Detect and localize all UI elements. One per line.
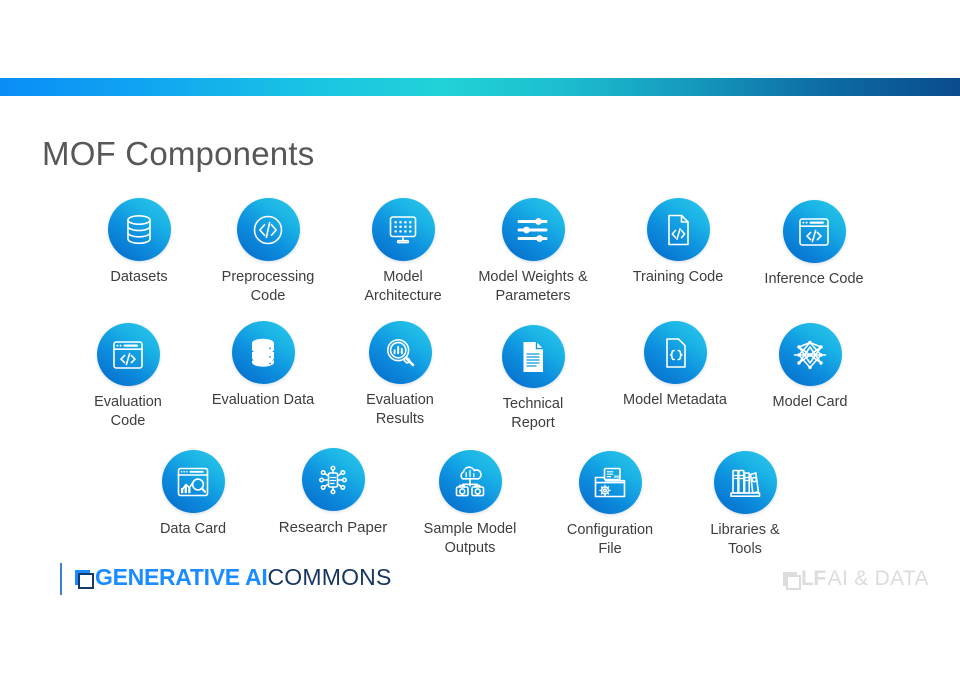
component-item[interactable]: Data Card — [118, 450, 268, 539]
monitor-nodes-icon[interactable] — [371, 198, 435, 261]
component-item[interactable]: Evaluation Results — [325, 321, 475, 429]
dashboard-search-icon[interactable] — [161, 450, 225, 513]
component-label: Data Card — [159, 521, 227, 537]
document-lines-icon[interactable] — [501, 325, 565, 388]
component-item[interactable]: Datasets — [64, 198, 214, 287]
component-label: Model Weights & Parameters — [478, 269, 588, 305]
database-icon[interactable] — [107, 198, 171, 261]
gac-light-text: COMMONS — [267, 564, 392, 590]
component-item[interactable]: Model Architecture — [328, 198, 478, 306]
component-label: Model Architecture — [364, 269, 442, 305]
component-item[interactable]: Preprocessing Code — [193, 198, 343, 306]
component-label: Model Metadata — [623, 392, 727, 408]
lf-square-bracket-mark-icon — [783, 571, 801, 590]
code-circle-icon[interactable] — [236, 198, 300, 261]
component-item[interactable]: Evaluation Code — [53, 323, 203, 431]
lf-light-text: AI & DATA — [827, 567, 929, 590]
component-label: Evaluation Code — [94, 394, 162, 430]
component-label: Evaluation Results — [366, 392, 434, 428]
component-item[interactable]: Model Metadata — [600, 321, 750, 410]
component-label: Technical Report — [502, 396, 564, 432]
magnifier-chart-icon[interactable] — [368, 321, 432, 384]
component-item[interactable]: Model Card — [735, 323, 885, 412]
component-label: Evaluation Data — [211, 392, 315, 408]
footer-divider — [60, 563, 62, 595]
component-item[interactable]: Evaluation Data — [188, 321, 338, 410]
neural-network-icon[interactable] — [778, 323, 842, 386]
file-braces-icon[interactable] — [643, 321, 707, 384]
database-solid-icon[interactable] — [231, 321, 295, 384]
component-label: Research Paper — [278, 519, 388, 536]
folder-gear-icon[interactable] — [578, 451, 642, 514]
component-label: Training Code — [632, 269, 724, 285]
component-label: Inference Code — [764, 271, 864, 287]
browser-code-icon[interactable] — [96, 323, 160, 386]
paper-nodes-icon[interactable] — [301, 448, 365, 511]
component-item[interactable]: Research Paper — [258, 448, 408, 538]
cloud-cameras-icon[interactable] — [438, 450, 502, 513]
component-label: Model Card — [772, 394, 848, 410]
component-label: Libraries & Tools — [710, 522, 780, 558]
component-item[interactable]: Libraries & Tools — [670, 451, 820, 559]
sliders-icon[interactable] — [501, 198, 565, 261]
lf-ai-and-data-logo: LF AI & DATA — [783, 567, 929, 590]
lf-bold-text: LF — [801, 567, 826, 590]
component-item[interactable]: Configuration File — [535, 451, 685, 559]
books-icon[interactable] — [713, 451, 777, 514]
component-item[interactable]: Training Code — [603, 198, 753, 287]
file-code-icon[interactable] — [646, 198, 710, 261]
component-label: Preprocessing Code — [221, 269, 315, 305]
component-item[interactable]: Sample Model Outputs — [395, 450, 545, 558]
component-item[interactable]: Model Weights & Parameters — [458, 198, 608, 306]
browser-code-icon[interactable] — [782, 200, 846, 263]
gac-bold-text: GENERATIVE AI — [95, 564, 268, 590]
generative-ai-commons-logo: GENERATIVE AI COMMONS — [75, 566, 392, 589]
component-label: Datasets — [110, 269, 168, 285]
component-item[interactable]: Inference Code — [739, 200, 889, 289]
slide-canvas: MOF Components Datasets Preprocessing Co… — [0, 0, 960, 676]
square-bracket-mark-icon — [75, 570, 94, 589]
component-item[interactable]: Technical Report — [458, 325, 608, 433]
component-label: Configuration File — [566, 522, 654, 558]
component-label: Sample Model Outputs — [423, 521, 517, 557]
